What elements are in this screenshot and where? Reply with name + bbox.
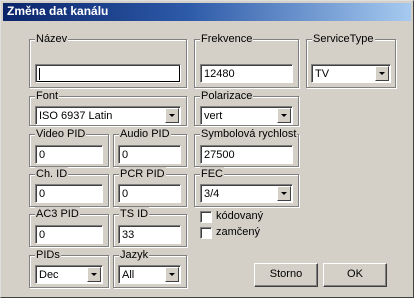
chevron-down-icon[interactable] bbox=[165, 267, 179, 282]
language-select[interactable]: All bbox=[118, 265, 181, 284]
video-pid-input[interactable]: 0 bbox=[35, 145, 103, 164]
pids-select[interactable]: Dec bbox=[35, 265, 103, 284]
pids-label: PIDs bbox=[35, 248, 61, 262]
ts-id-input[interactable]: 33 bbox=[118, 225, 181, 244]
dialog-window: Změna dat kanálu Název Frekvence 12480 S… bbox=[0, 0, 414, 298]
ac3-pid-input[interactable]: 0 bbox=[35, 225, 103, 244]
audio-pid-label: Audio PID bbox=[119, 127, 171, 141]
service-type-select[interactable]: TV bbox=[311, 64, 391, 83]
symbol-rate-input[interactable]: 27500 bbox=[200, 145, 293, 164]
name-label: Název bbox=[35, 32, 69, 46]
video-pid-value: 0 bbox=[39, 149, 46, 161]
fec-label: FEC bbox=[200, 167, 224, 181]
frequency-value: 12480 bbox=[204, 68, 235, 80]
pcr-pid-value: 0 bbox=[122, 188, 129, 200]
channel-id-label: Ch. ID bbox=[35, 167, 69, 181]
service-type-value: TV bbox=[315, 68, 330, 80]
channel-id-input[interactable]: 0 bbox=[35, 184, 103, 203]
encrypted-checkbox[interactable] bbox=[200, 211, 212, 223]
encrypted-label[interactable]: kódovaný bbox=[216, 209, 263, 223]
pcr-pid-input[interactable]: 0 bbox=[118, 184, 181, 203]
window-title: Změna dat kanálu bbox=[7, 4, 109, 18]
ok-button[interactable]: OK bbox=[323, 263, 387, 287]
text-caret bbox=[39, 68, 40, 80]
chevron-down-icon[interactable] bbox=[375, 66, 389, 81]
video-pid-label: Video PID bbox=[35, 127, 87, 141]
name-input[interactable] bbox=[35, 64, 181, 83]
polarization-value: vert bbox=[204, 110, 223, 122]
ts-id-value: 33 bbox=[122, 229, 135, 241]
symbol-rate-value: 27500 bbox=[204, 149, 235, 161]
font-label: Font bbox=[35, 89, 60, 103]
chevron-down-icon[interactable] bbox=[87, 267, 101, 282]
polarization-select[interactable]: vert bbox=[200, 106, 293, 125]
fec-value: 3/4 bbox=[204, 188, 220, 200]
language-label: Jazyk bbox=[119, 248, 150, 262]
font-value: ISO 6937 Latin bbox=[39, 110, 113, 122]
chevron-down-icon[interactable] bbox=[277, 186, 291, 201]
ac3-pid-value: 0 bbox=[39, 229, 46, 241]
symbol-rate-label: Symbolová rychlost bbox=[200, 127, 298, 141]
pids-value: Dec bbox=[39, 269, 59, 281]
ts-id-label: TS ID bbox=[119, 207, 150, 221]
cancel-button[interactable]: Storno bbox=[254, 263, 318, 287]
frequency-label: Frekvence bbox=[200, 32, 254, 46]
audio-pid-input[interactable]: 0 bbox=[118, 145, 181, 164]
chevron-down-icon[interactable] bbox=[165, 108, 179, 123]
audio-pid-value: 0 bbox=[122, 149, 129, 161]
title-bar[interactable]: Změna dat kanálu bbox=[3, 3, 411, 21]
language-value: All bbox=[122, 269, 135, 281]
fec-select[interactable]: 3/4 bbox=[200, 184, 293, 203]
frequency-input[interactable]: 12480 bbox=[200, 64, 293, 83]
locked-checkbox[interactable] bbox=[200, 227, 212, 239]
font-select[interactable]: ISO 6937 Latin bbox=[35, 106, 181, 125]
ac3-pid-label: AC3 PID bbox=[35, 207, 80, 221]
polarization-label: Polarizace bbox=[200, 89, 254, 103]
service-type-label: ServiceType bbox=[312, 32, 375, 46]
locked-label[interactable]: zamčený bbox=[216, 225, 260, 239]
channel-id-value: 0 bbox=[39, 188, 46, 200]
chevron-down-icon[interactable] bbox=[277, 108, 291, 123]
pcr-pid-label: PCR PID bbox=[119, 167, 166, 181]
